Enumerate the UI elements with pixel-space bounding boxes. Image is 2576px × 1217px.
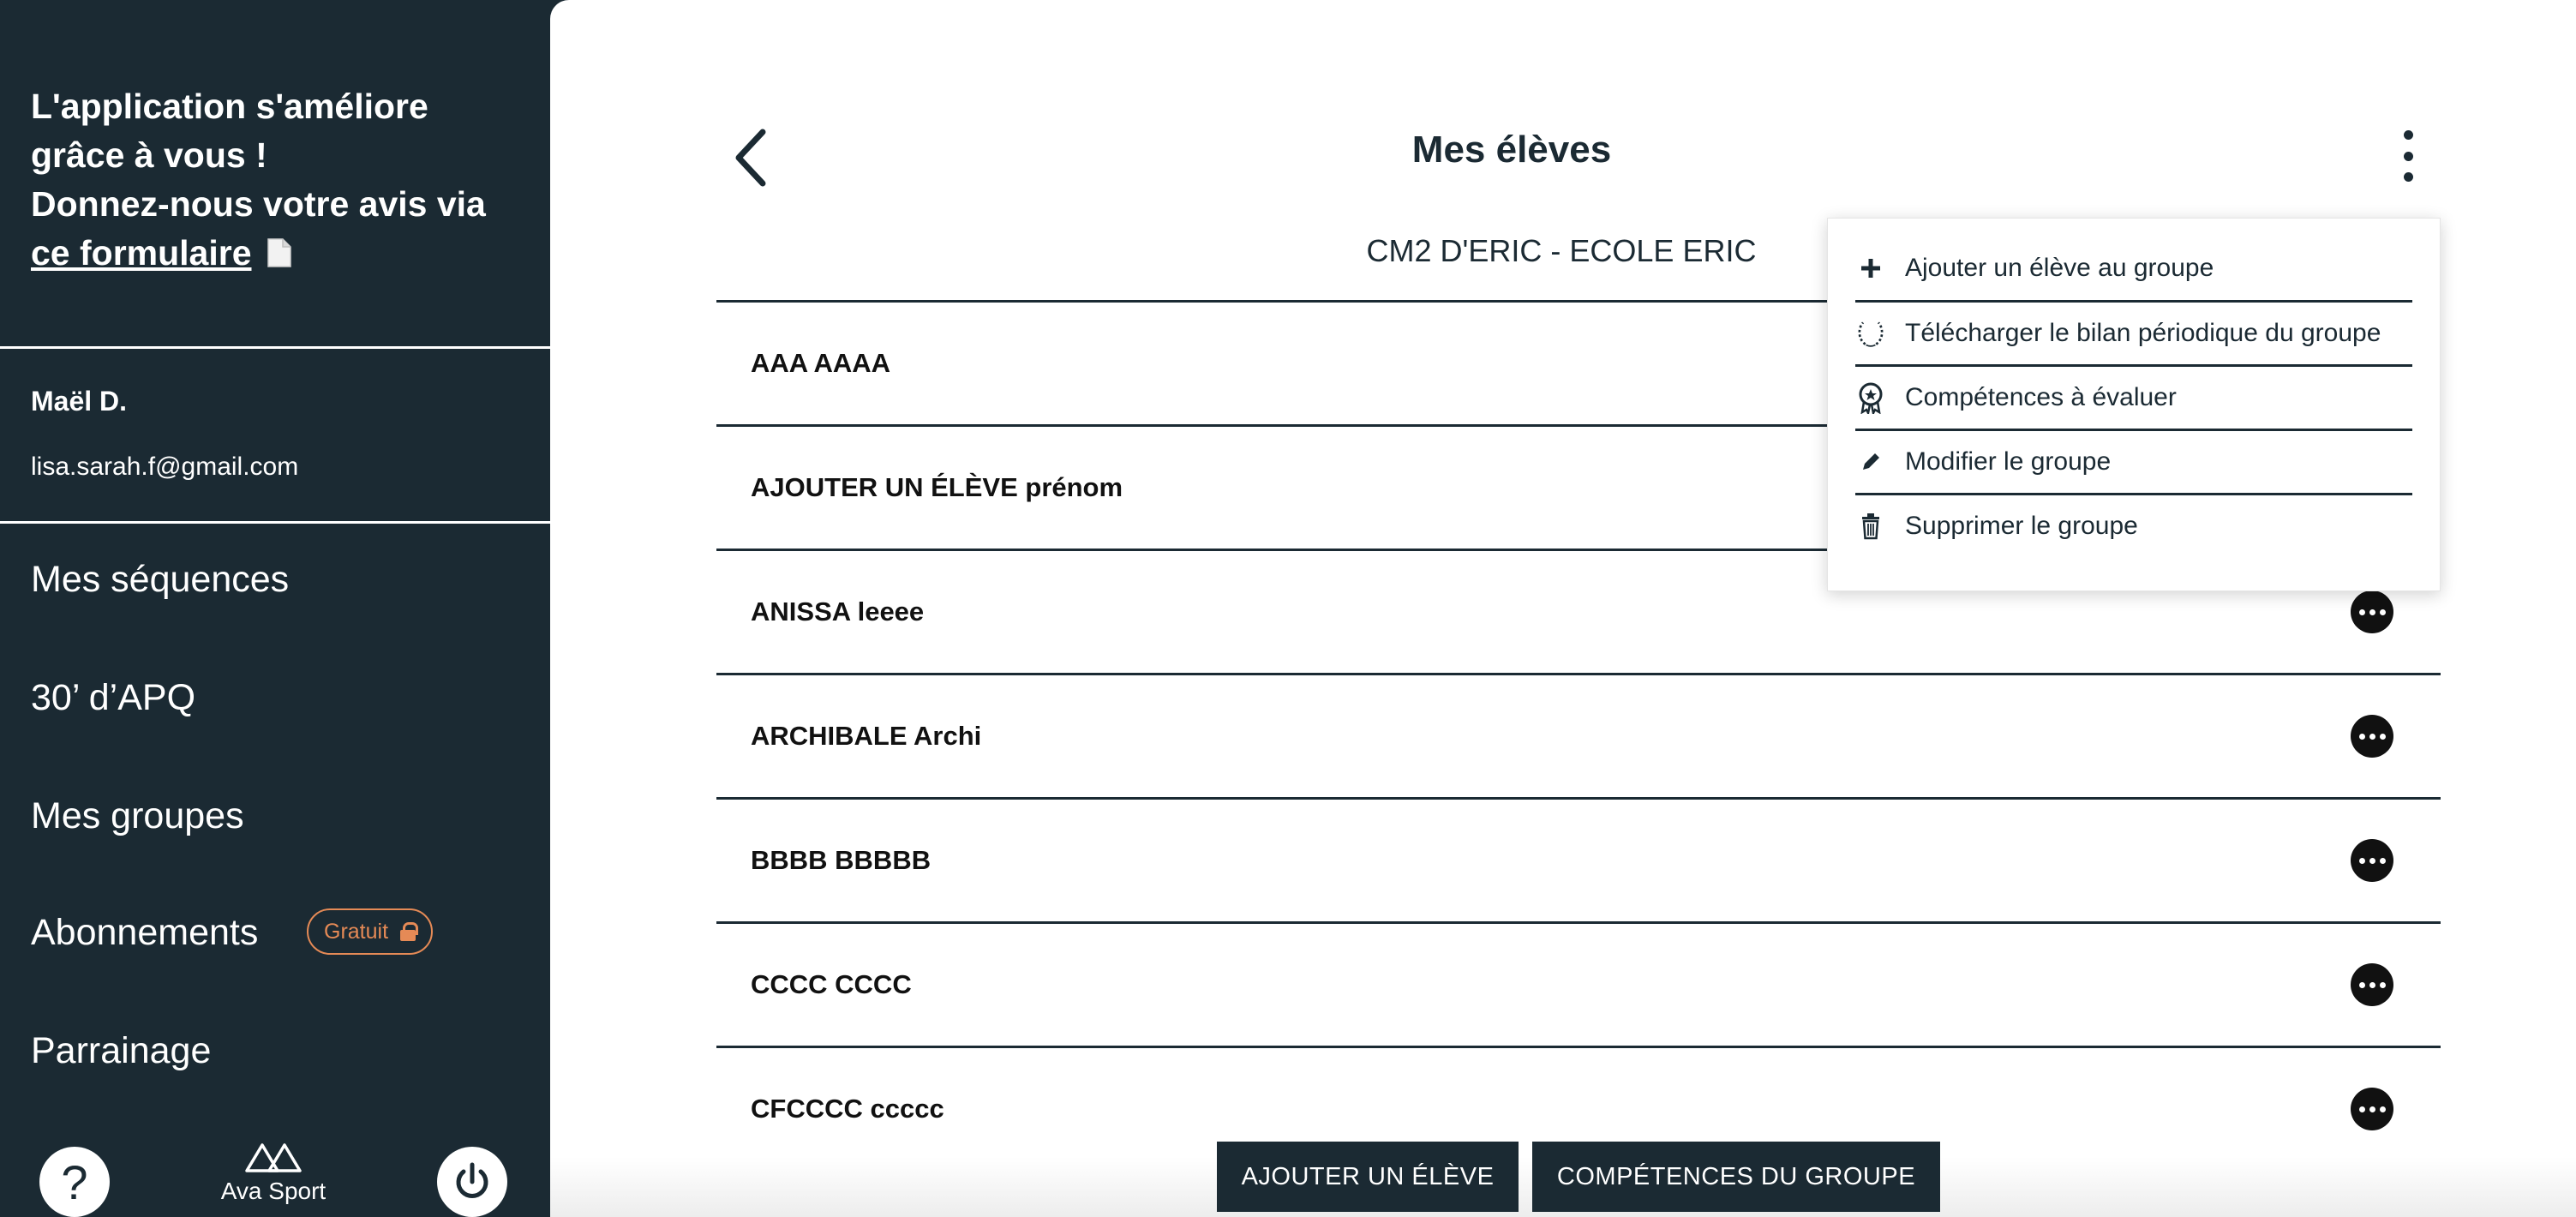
page-title: Mes élèves [1411, 129, 1612, 171]
menu-item-download-report[interactable]: Télécharger le bilan périodique du group… [1855, 300, 2412, 364]
feedback-form-link[interactable]: ce formulaire [31, 233, 252, 273]
menu-item-edit-group[interactable]: Modifier le groupe [1855, 429, 2412, 493]
group-skills-button[interactable]: COMPÉTENCES DU GROUPE [1532, 1142, 1940, 1212]
feedback-line-3: Donnez-nous votre avis via [31, 184, 486, 224]
student-name: ARCHIBALE Archi [751, 721, 982, 751]
ava-sport-logo-icon [245, 1143, 302, 1172]
menu-item-label: Supprimer le groupe [1905, 512, 2138, 540]
menu-item-label: Compétences à évaluer [1905, 383, 2177, 411]
plus-icon [1855, 253, 1886, 284]
table-row[interactable]: CCCC CCCC [716, 921, 2441, 1046]
row-options-button[interactable] [2351, 1088, 2393, 1130]
pencil-icon [1855, 447, 1886, 477]
trash-icon [1855, 511, 1886, 542]
student-name: CCCC CCCC [751, 969, 912, 999]
laurel-icon [1855, 318, 1886, 349]
plan-badge-label: Gratuit [324, 919, 389, 944]
main-panel: Mes élèves CM2 D'ERIC - ECOLE ERIC AAA A… [550, 0, 2576, 1217]
help-button[interactable]: ? [39, 1147, 110, 1217]
menu-item-label: Modifier le groupe [1905, 447, 2112, 476]
nav-item-apq[interactable]: 30’ d’APQ [31, 677, 195, 719]
user-name: Maël D. [31, 386, 128, 417]
menu-item-add-student[interactable]: Ajouter un élève au groupe [1855, 236, 2412, 300]
document-icon [261, 233, 292, 273]
row-options-button[interactable] [2351, 963, 2393, 1006]
table-row[interactable]: ARCHIBALE Archi [716, 673, 2441, 797]
student-name: AJOUTER UN ÉLÈVE prénom [751, 472, 1123, 502]
student-name: ANISSA leeee [751, 597, 925, 626]
student-name: AAA AAAA [751, 348, 891, 378]
nav-item-referral[interactable]: Parrainage [31, 1030, 211, 1072]
nav-item-sequences[interactable]: Mes séquences [31, 559, 289, 601]
add-student-button[interactable]: AJOUTER UN ÉLÈVE [1217, 1142, 1519, 1212]
nav-item-groups[interactable]: Mes groupes [31, 795, 244, 837]
power-icon [456, 1162, 488, 1198]
feedback-banner: L'application s'améliore grâce à vous ! … [31, 82, 528, 278]
award-icon [1855, 382, 1886, 414]
group-name-label: CM2 D'ERIC - ECOLE ERIC [1366, 233, 1757, 268]
student-name: BBBB BBBBB [751, 845, 932, 875]
plan-badge: Gratuit [307, 908, 434, 955]
row-options-button[interactable] [2351, 715, 2393, 758]
divider [0, 346, 550, 349]
kebab-icon [2403, 130, 2413, 140]
row-options-button[interactable] [2351, 591, 2393, 633]
feedback-line-2: grâce à vous ! [31, 135, 267, 175]
brand-name: Ava Sport [220, 1178, 326, 1204]
table-row[interactable]: BBBB BBBBB [716, 797, 2441, 921]
divider [0, 521, 550, 524]
student-name: CFCCCC ccccc [751, 1094, 944, 1124]
more-options-button[interactable] [2391, 130, 2425, 182]
help-icon: ? [61, 1154, 88, 1209]
group-options-menu: Ajouter un élève au groupe Télécharger l… [1827, 218, 2441, 591]
menu-item-delete-group[interactable]: Supprimer le groupe [1855, 493, 2412, 557]
menu-item-skills-to-evaluate[interactable]: Compétences à évaluer [1855, 364, 2412, 429]
user-email: lisa.sarah.f@gmail.com [31, 453, 299, 481]
menu-item-label: Ajouter un élève au groupe [1905, 253, 2214, 282]
row-options-button[interactable] [2351, 839, 2393, 882]
feedback-line-1: L'application s'améliore [31, 87, 428, 126]
logout-button[interactable] [437, 1147, 507, 1217]
lock-icon [400, 922, 419, 941]
menu-item-label: Télécharger le bilan périodique du group… [1905, 319, 2381, 347]
sidebar: L'application s'améliore grâce à vous ! … [0, 0, 550, 1217]
brand: Ava Sport [202, 1140, 344, 1205]
page-title-wrapper: Mes élèves [550, 129, 2576, 171]
nav-item-subscriptions[interactable]: Abonnements [31, 912, 258, 954]
